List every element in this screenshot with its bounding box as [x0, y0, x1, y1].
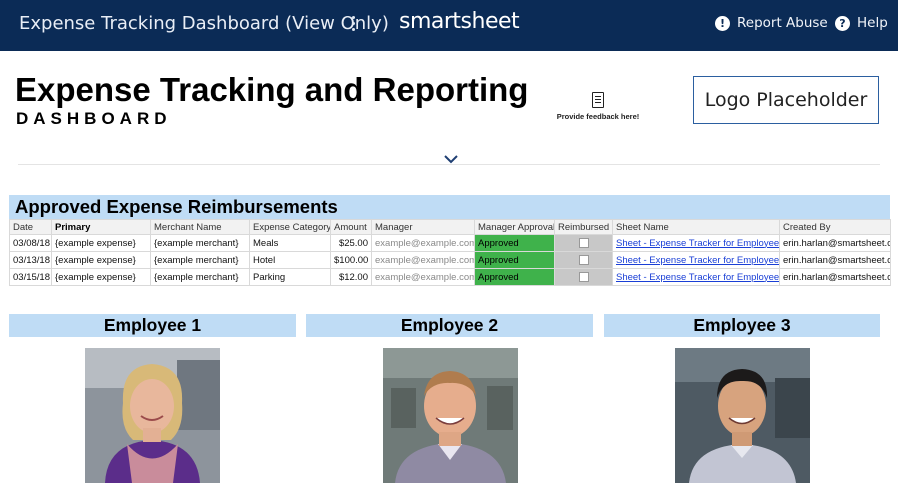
reimbursed-cell: [554, 251, 613, 269]
report-abuse-label: Report Abuse: [737, 15, 828, 31]
sheet-link[interactable]: Sheet - Expense Tracker for Employee 3: [616, 272, 779, 283]
column-header[interactable]: Expense Category: [249, 219, 331, 235]
column-header[interactable]: Amount: [330, 219, 372, 235]
manager-cell: example@example.com: [371, 268, 475, 286]
date-cell: 03/15/18: [9, 268, 52, 286]
created-by-cell: erin.harlan@smartsheet.co: [779, 268, 891, 286]
category-cell: Parking: [249, 268, 331, 286]
question-circle-icon: ?: [835, 15, 850, 31]
document-icon: [592, 92, 604, 108]
feedback-widget[interactable]: Provide feedback here!: [552, 92, 644, 121]
merchant-cell: {example merchant}: [150, 268, 250, 286]
help-link[interactable]: ? Help: [835, 15, 888, 31]
table-row: 03/15/18 {example expense} {example merc…: [9, 268, 891, 286]
employee-3-photo: [675, 348, 810, 483]
column-header[interactable]: Merchant Name: [150, 219, 250, 235]
page-subtitle: DASHBOARD: [16, 109, 172, 128]
smartsheet-logo[interactable]: smartsheet: [399, 9, 520, 34]
employee-2-header: Employee 2: [306, 314, 593, 337]
top-bar: Expense Tracking Dashboard (View Only) s…: [0, 0, 898, 51]
sheet-cell: Sheet - Expense Tracker for Employee 1: [612, 234, 780, 252]
reimbursed-checkbox[interactable]: [578, 254, 589, 265]
reimbursed-cell: [554, 234, 613, 252]
reimbursed-checkbox[interactable]: [578, 237, 589, 248]
column-header[interactable]: Manager Approval: [474, 219, 555, 235]
report-abuse-link[interactable]: ! Report Abuse: [715, 15, 828, 31]
column-header[interactable]: Manager: [371, 219, 475, 235]
column-header[interactable]: Date: [9, 219, 52, 235]
employee-1-photo: [85, 348, 220, 483]
table-row: 03/13/18 {example expense} {example merc…: [9, 251, 891, 269]
dashboard-name: Expense Tracking Dashboard (View Only): [19, 13, 389, 34]
sheet-link[interactable]: Sheet - Expense Tracker for Employee 1: [616, 238, 779, 249]
date-cell: 03/08/18: [9, 234, 52, 252]
column-header[interactable]: Sheet Name: [612, 219, 780, 235]
column-header[interactable]: Reimbursed: [554, 219, 613, 235]
table-row: 03/08/18 {example expense} {example merc…: [9, 234, 891, 252]
approval-cell: Approved: [474, 268, 555, 286]
created-by-cell: erin.harlan@smartsheet.co: [779, 251, 891, 269]
employee-3-header: Employee 3: [604, 314, 880, 337]
merchant-cell: {example merchant}: [150, 251, 250, 269]
manager-cell: example@example.com: [371, 251, 475, 269]
logo-placeholder: Logo Placeholder: [693, 76, 879, 124]
kebab-menu-icon[interactable]: [348, 14, 358, 34]
primary-cell: {example expense}: [51, 234, 151, 252]
amount-cell: $12.00: [330, 268, 372, 286]
exclamation-circle-icon: !: [715, 15, 730, 31]
employee-2-photo: [383, 348, 518, 483]
feedback-label: Provide feedback here!: [556, 112, 640, 121]
approval-cell: Approved: [474, 234, 555, 252]
reimbursed-cell: [554, 268, 613, 286]
category-cell: Meals: [249, 234, 331, 252]
manager-cell: example@example.com: [371, 234, 475, 252]
column-header[interactable]: Primary: [51, 219, 151, 235]
primary-cell: {example expense}: [51, 268, 151, 286]
amount-cell: $100.00: [330, 251, 372, 269]
reimbursed-checkbox[interactable]: [578, 271, 589, 282]
category-cell: Hotel: [249, 251, 331, 269]
help-label: Help: [857, 15, 888, 31]
sheet-cell: Sheet - Expense Tracker for Employee 3: [612, 268, 780, 286]
expense-report-table: Date Primary Merchant Name Expense Categ…: [9, 219, 891, 286]
sheet-link[interactable]: Sheet - Expense Tracker for Employee 2: [616, 255, 779, 266]
column-header[interactable]: Created By: [779, 219, 891, 235]
chevron-down-icon[interactable]: [443, 153, 459, 165]
approval-cell: Approved: [474, 251, 555, 269]
amount-cell: $25.00: [330, 234, 372, 252]
date-cell: 03/13/18: [9, 251, 52, 269]
primary-cell: {example expense}: [51, 251, 151, 269]
merchant-cell: {example merchant}: [150, 234, 250, 252]
sheet-cell: Sheet - Expense Tracker for Employee 2: [612, 251, 780, 269]
page-title: Expense Tracking and Reporting: [15, 71, 529, 108]
report-title: Approved Expense Reimbursements: [9, 195, 890, 219]
employee-1-header: Employee 1: [9, 314, 296, 337]
table-header-row: Date Primary Merchant Name Expense Categ…: [9, 219, 891, 235]
created-by-cell: erin.harlan@smartsheet.co: [779, 234, 891, 252]
